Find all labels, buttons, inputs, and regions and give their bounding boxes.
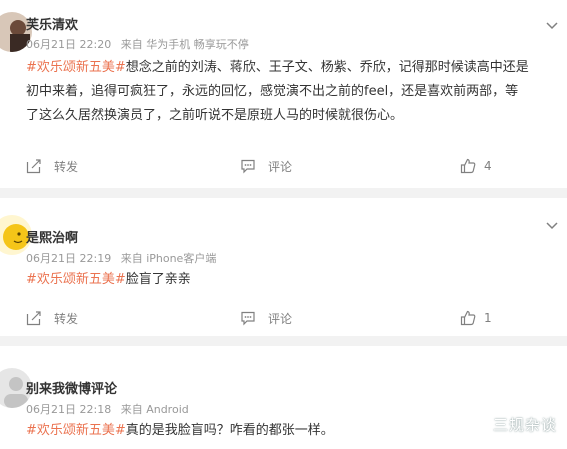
post-meta: 06月21日 22:19 来自 iPhone客户端: [26, 250, 222, 266]
comment-label: 评论: [268, 311, 293, 326]
topic-link[interactable]: #欢乐颂新五美#: [26, 272, 126, 287]
like-button[interactable]: 4: [460, 156, 492, 176]
comment-button[interactable]: 评论: [240, 156, 292, 176]
comment-button[interactable]: 评论: [240, 308, 292, 328]
post-source: 来自 华为手机 畅享玩不停: [120, 38, 249, 51]
forward-label: 转发: [54, 311, 79, 326]
text-line: #欢乐颂新五美#脸盲了亲亲: [26, 268, 557, 292]
forward-icon: [26, 311, 41, 326]
like-count: 1: [484, 311, 492, 325]
text-line: 初中来着，追得可疯狂了，永远的回忆，感觉演不出之前的feel，还是喜欢前两部，等: [26, 84, 519, 99]
forward-icon: [26, 159, 41, 174]
like-count: 4: [484, 159, 492, 173]
username[interactable]: 是熙治啊: [26, 227, 78, 246]
username[interactable]: 芙乐清欢: [26, 14, 78, 33]
post-date[interactable]: 06月21日 22:19: [26, 252, 111, 265]
post-date[interactable]: 06月21日 22:20: [26, 38, 111, 51]
comment-icon: [241, 311, 255, 326]
post-text: #欢乐颂新五美#真的是我脸盲吗？咋看的都张一样。: [26, 419, 557, 443]
action-bar: 转发 评论 4: [0, 156, 567, 176]
text-line: #欢乐颂新五美#真的是我脸盲吗？咋看的都张一样。: [26, 419, 557, 443]
post-card: 是熙治啊 06月21日 22:19 来自 iPhone客户端 #欢乐颂新五美#脸…: [0, 198, 567, 336]
chevron-down-icon[interactable]: [545, 16, 559, 30]
comment-icon: [241, 159, 255, 174]
post-date[interactable]: 06月21日 22:18: [26, 403, 111, 416]
post-meta: 06月21日 22:20 来自 华为手机 畅享玩不停: [26, 36, 255, 52]
post-text: #欢乐颂新五美#脸盲了亲亲: [26, 268, 557, 292]
forward-button[interactable]: 转发: [26, 156, 78, 176]
post-text: #欢乐颂新五美#想念之前的刘涛、蒋欣、王子文、杨紫、乔欣，记得那时候读高中还是 …: [26, 56, 557, 128]
forward-button[interactable]: 转发: [26, 308, 78, 328]
post-source: 来自 iPhone客户端: [120, 252, 217, 265]
forward-label: 转发: [54, 159, 79, 174]
post-source: 来自 Android: [120, 403, 189, 416]
username[interactable]: 别来我微博评论: [26, 378, 117, 397]
watermark: 三规杂谈: [492, 416, 557, 434]
thumbs-up-icon: [460, 158, 476, 174]
topic-link[interactable]: #欢乐颂新五美#: [26, 423, 126, 438]
text-span: 想念之前的刘涛、蒋欣、王子文、杨紫、乔欣，记得那时候读高中还是: [125, 60, 529, 75]
text-span: 真的是我脸盲吗？咋看的都张一样。: [125, 423, 334, 438]
text-line: 了这么久居然换演员了，之前听说不是原班人马的时候就很伤心。: [26, 108, 404, 123]
post-meta: 06月21日 22:18 来自 Android: [26, 401, 195, 417]
like-button[interactable]: 1: [460, 308, 492, 328]
text-span: 脸盲了亲亲: [125, 272, 191, 287]
text-line: #欢乐颂新五美#想念之前的刘涛、蒋欣、王子文、杨紫、乔欣，记得那时候读高中还是: [26, 56, 557, 80]
thumbs-up-icon: [460, 310, 476, 326]
topic-link[interactable]: #欢乐颂新五美#: [26, 60, 126, 75]
chevron-down-icon[interactable]: [545, 216, 559, 230]
post-card: 别来我微博评论 06月21日 22:18 来自 Android #欢乐颂新五美#…: [0, 346, 567, 449]
comment-label: 评论: [268, 159, 293, 174]
action-bar: 转发 评论 1: [0, 308, 567, 328]
post-card: 芙乐清欢 06月21日 22:20 来自 华为手机 畅享玩不停 #欢乐颂新五美#…: [0, 0, 567, 188]
